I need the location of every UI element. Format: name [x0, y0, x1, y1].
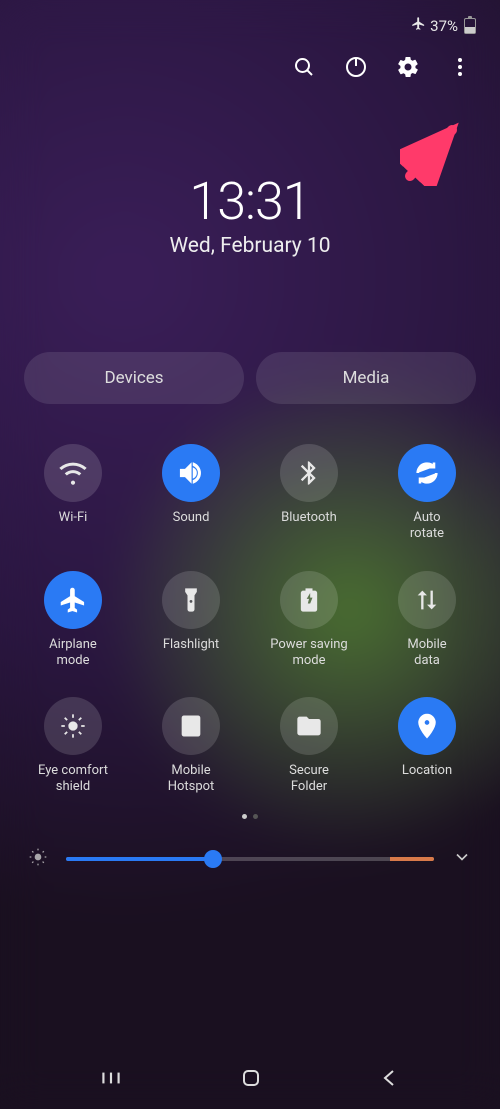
brightness-expand-icon[interactable]	[452, 847, 472, 871]
tile-wifi[interactable]: Wi-Fi	[14, 434, 132, 553]
brightness-fill	[66, 857, 213, 861]
location-icon	[398, 697, 456, 755]
devices-chip[interactable]: Devices	[24, 352, 244, 404]
tile-label: Eye comfortshield	[38, 763, 108, 796]
powersave-icon	[280, 571, 338, 629]
brightness-sun-icon	[28, 847, 48, 871]
quickpanel-header-icons	[0, 43, 500, 87]
sound-icon	[162, 444, 220, 502]
system-navbar	[0, 1051, 500, 1109]
tile-label: Location	[402, 763, 452, 795]
tile-label: Flashlight	[163, 637, 219, 669]
autorotate-icon	[398, 444, 456, 502]
airplane-status-icon	[411, 16, 426, 35]
flashlight-icon	[162, 571, 220, 629]
tile-hotspot[interactable]: MobileHotspot	[132, 687, 250, 806]
time-text: 13:31	[0, 171, 500, 232]
brightness-thumb[interactable]	[204, 850, 222, 868]
tile-label: Sound	[173, 510, 210, 542]
tile-sound[interactable]: Sound	[132, 434, 250, 553]
tile-airplane[interactable]: Airplanemode	[14, 561, 132, 680]
tile-flashlight[interactable]: Flashlight	[132, 561, 250, 680]
tile-powersave[interactable]: Power savingmode	[250, 561, 368, 680]
search-icon[interactable]	[292, 55, 316, 79]
tile-label: SecureFolder	[289, 763, 329, 796]
eyecomfort-icon	[44, 697, 102, 755]
tile-label: Power savingmode	[270, 637, 347, 670]
tile-label: Bluetooth	[281, 510, 337, 542]
pager-dot	[253, 814, 258, 819]
more-options-icon[interactable]	[448, 55, 472, 79]
airplane-icon	[44, 571, 102, 629]
tile-label: Mobiledata	[407, 637, 446, 670]
securefolder-icon	[280, 697, 338, 755]
tile-label: Airplanemode	[49, 637, 97, 670]
pager-dots	[0, 814, 500, 819]
tile-label: Autorotate	[410, 510, 444, 543]
media-chip[interactable]: Media	[256, 352, 476, 404]
quick-settings-grid: Wi-Fi Sound Bluetooth Autorotate Airpla	[0, 434, 500, 806]
nav-home[interactable]	[239, 1066, 263, 1094]
battery-icon	[464, 18, 476, 34]
bluetooth-icon	[280, 444, 338, 502]
wifi-icon	[44, 444, 102, 502]
mobiledata-icon	[398, 571, 456, 629]
brightness-warm-zone	[390, 857, 434, 861]
status-bar: 37%	[0, 0, 500, 43]
tile-location[interactable]: Location	[368, 687, 486, 806]
brightness-slider[interactable]	[66, 857, 434, 861]
tile-eyecomfort[interactable]: Eye comfortshield	[14, 687, 132, 806]
date-text: Wed, February 10	[0, 234, 500, 258]
nav-back[interactable]	[378, 1066, 402, 1094]
tile-autorotate[interactable]: Autorotate	[368, 434, 486, 553]
pager-dot	[242, 814, 247, 819]
clock-section: 13:31 Wed, February 10	[0, 171, 500, 258]
brightness-row	[0, 847, 500, 871]
tile-label: Wi-Fi	[59, 510, 88, 542]
tile-securefolder[interactable]: SecureFolder	[250, 687, 368, 806]
tile-mobiledata[interactable]: Mobiledata	[368, 561, 486, 680]
power-icon[interactable]	[344, 55, 368, 79]
hotspot-icon	[162, 697, 220, 755]
tile-bluetooth[interactable]: Bluetooth	[250, 434, 368, 553]
battery-percent: 37%	[430, 17, 458, 35]
nav-recents[interactable]	[98, 1065, 124, 1095]
settings-gear-icon[interactable]	[396, 55, 420, 79]
tile-label: MobileHotspot	[168, 763, 215, 796]
panel-chips: Devices Media	[0, 352, 500, 404]
